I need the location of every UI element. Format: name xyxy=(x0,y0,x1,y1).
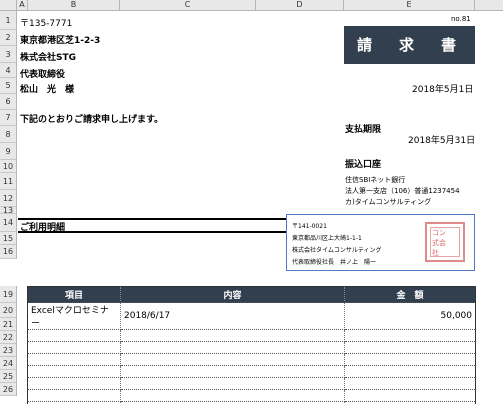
header-description[interactable]: 内容 xyxy=(120,286,345,303)
detail-table-row xyxy=(27,365,476,378)
cell-description[interactable] xyxy=(120,365,345,378)
header-item[interactable]: 項目 xyxy=(27,286,121,303)
column-header-blank xyxy=(475,0,503,11)
recipient-postal-code: 〒135-7771 xyxy=(20,19,73,29)
cell-description[interactable] xyxy=(120,377,345,390)
spreadsheet-sheet[interactable]: A B C D E 1 2 3 4 5 6 7 8 9 10 11 12 13 14 15 16 19 20 21 2… xyxy=(0,0,503,404)
row-header[interactable]: 10 xyxy=(0,160,17,173)
issuer-address: 東京都品川区上大崎1-1-1 xyxy=(292,235,362,242)
detail-table-header-row: 項目 内容 金 額 xyxy=(27,286,476,303)
row-header[interactable]: 7 xyxy=(0,110,17,126)
row-header[interactable]: 6 xyxy=(0,94,17,110)
cell-item[interactable] xyxy=(27,389,121,402)
section-bottom-rule xyxy=(18,231,286,233)
detail-table: 項目 内容 金 額 Excelマクロセミナー 2018/6/17 50,000 xyxy=(27,286,476,404)
recipient-name: 松山 光 様 xyxy=(20,85,75,95)
detail-table-row xyxy=(27,353,476,366)
cell-description[interactable] xyxy=(120,353,345,366)
row-header[interactable]: 9 xyxy=(0,143,17,160)
detail-table-row xyxy=(27,341,476,354)
cell-amount[interactable] xyxy=(344,389,476,402)
cell-description[interactable]: 2018/6/17 xyxy=(120,302,345,330)
cell-item[interactable] xyxy=(27,341,121,354)
account-holder: カ)タイムコンサルティング xyxy=(345,198,432,206)
column-header-c[interactable]: C xyxy=(120,0,256,11)
cell-amount[interactable] xyxy=(344,341,476,354)
cell-amount[interactable] xyxy=(344,353,476,366)
issuer-representative: 代表取締役社長 井ノ上 陽一 xyxy=(292,259,377,266)
row-header[interactable]: 3 xyxy=(0,46,17,63)
intro-text: 下記のとおりご請求申し上げます。 xyxy=(20,115,164,125)
row-header[interactable]: 11 xyxy=(0,173,17,190)
issue-date: 2018年5月1日 xyxy=(412,85,474,95)
cell-description[interactable] xyxy=(120,329,345,342)
row-header[interactable]: 13 xyxy=(0,207,17,215)
cell-description[interactable] xyxy=(120,389,345,402)
document-number: no.81 xyxy=(451,15,471,23)
detail-table-row xyxy=(27,389,476,402)
cell-amount[interactable] xyxy=(344,329,476,342)
payment-deadline-label: 支払期限 xyxy=(345,125,382,135)
row-header[interactable]: 25 xyxy=(0,370,17,383)
cell-item[interactable] xyxy=(27,353,121,366)
column-header-e[interactable]: E xyxy=(344,0,475,11)
column-header-b[interactable]: B xyxy=(28,0,120,11)
row-header[interactable]: 22 xyxy=(0,331,17,344)
row-header[interactable]: 24 xyxy=(0,357,17,370)
recipient-company: 株式会社STG xyxy=(20,53,77,63)
row-header[interactable]: 20 xyxy=(0,303,17,318)
select-all-corner[interactable] xyxy=(0,0,17,11)
row-header[interactable]: 15 xyxy=(0,232,17,245)
recipient-title: 代表取締役 xyxy=(20,70,66,80)
cell-item[interactable] xyxy=(27,365,121,378)
row-header[interactable]: 12 xyxy=(0,190,17,207)
recipient-address: 東京都港区芝1-2-3 xyxy=(20,36,101,46)
issuer-postal-code: 〒141-0021 xyxy=(292,223,327,230)
cell-amount[interactable]: 50,000 xyxy=(344,302,476,330)
row-header[interactable]: 4 xyxy=(0,63,17,78)
company-seal-stamp: コン 式会 社 xyxy=(425,222,465,262)
detail-table-row xyxy=(27,329,476,342)
cell-description[interactable] xyxy=(120,341,345,354)
issuer-company: 株式会社タイムコンサルティング xyxy=(292,247,382,254)
detail-table-row: Excelマクロセミナー 2018/6/17 50,000 xyxy=(27,302,476,330)
row-header[interactable]: 21 xyxy=(0,318,17,331)
header-amount[interactable]: 金 額 xyxy=(344,286,476,303)
cell-item[interactable]: Excelマクロセミナー xyxy=(27,302,121,330)
column-header-d[interactable]: D xyxy=(256,0,344,11)
cell-amount[interactable] xyxy=(344,377,476,390)
row-header[interactable]: 1 xyxy=(0,11,17,30)
invoice-title: 請 求 書 xyxy=(344,26,475,64)
row-header[interactable]: 14 xyxy=(0,214,17,232)
cell-item[interactable] xyxy=(27,329,121,342)
cell-amount[interactable] xyxy=(344,365,476,378)
row-header[interactable]: 23 xyxy=(0,344,17,357)
row-header[interactable]: 8 xyxy=(0,126,17,143)
bank-branch-account: 法人第一支店（106）普通1237454 xyxy=(345,187,460,195)
cell-item[interactable] xyxy=(27,377,121,390)
row-header[interactable]: 16 xyxy=(0,245,17,259)
row-header[interactable]: 5 xyxy=(0,78,17,94)
bank-name: 住信SBIネット銀行 xyxy=(345,176,406,184)
row-header[interactable]: 19 xyxy=(0,286,17,303)
bank-account-label: 振込口座 xyxy=(345,160,382,170)
detail-table-row xyxy=(27,377,476,390)
section-top-rule xyxy=(18,218,286,220)
column-header-a[interactable]: A xyxy=(17,0,28,11)
payment-deadline-date: 2018年5月31日 xyxy=(408,136,476,146)
row-header[interactable]: 26 xyxy=(0,383,17,396)
row-header[interactable]: 2 xyxy=(0,30,17,46)
